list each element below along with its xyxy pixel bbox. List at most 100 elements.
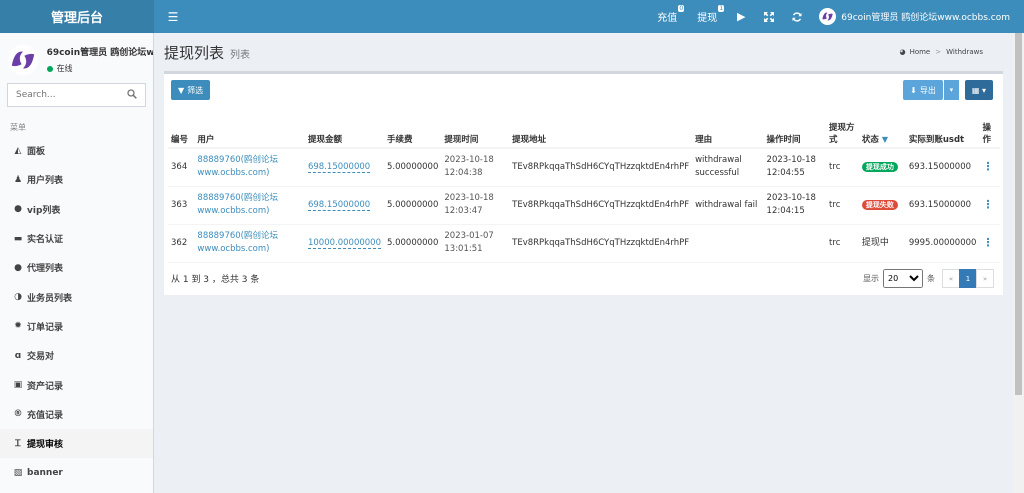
registered-icon: ® — [13, 409, 23, 420]
user-link[interactable]: 88889760(鸥创论坛www.ocbbs.com) — [197, 193, 278, 216]
withdraw-list-box: ▼ 筛选 ⬇ 导出 ▾ ▦ ▾ 编号 用户 提现金额 手续费 提现时间 提现地址… — [164, 71, 1003, 295]
filter-button[interactable]: ▼ 筛选 — [171, 80, 211, 100]
user-link[interactable]: 88889760(鸥创论坛www.ocbbs.com) — [197, 155, 278, 178]
page-size-select[interactable]: 20 — [883, 269, 923, 288]
page-button-1[interactable]: 1 — [959, 269, 977, 288]
download-icon: ⬇ — [910, 85, 917, 95]
sidebar-item-salesmen[interactable]: ◑ 业务员列表 — [0, 282, 153, 311]
user-name: 69coin管理员 鸥创论坛www.ocbbs.com — [841, 13, 1010, 23]
money-icon: ▣ — [13, 380, 23, 391]
col-amount: 提现金额 — [304, 106, 384, 149]
prev-page-button[interactable]: « — [942, 269, 960, 288]
col-reason: 理由 — [692, 106, 764, 149]
col-op-time: 操作时间 — [763, 106, 827, 149]
page-size-label: 显示 — [863, 274, 879, 283]
more-actions-icon[interactable]: ⋮ — [982, 160, 993, 173]
online-status: 在线 — [46, 63, 153, 74]
table-row: 362 88889760(鸥创论坛www.ocbbs.com) 10000.00… — [168, 224, 1000, 263]
breadcrumb-current: Withdraws — [946, 48, 983, 56]
id-card-icon: ▬ — [13, 233, 23, 244]
recharge-count-badge: 0 — [678, 5, 685, 12]
search-input[interactable] — [16, 90, 127, 100]
amount-editable[interactable]: 698.15000000 — [307, 199, 371, 211]
circle-up-icon: ● — [14, 262, 22, 273]
pagination-summary: 从 1 到 3 ，总共 3 条 — [171, 275, 260, 285]
sidebar-item-recharge[interactable]: ® 充值记录 — [0, 400, 153, 429]
user-icon: ♟ — [13, 174, 23, 185]
sidebar-item-users[interactable]: ♟ 用户列表 — [0, 165, 153, 194]
page-size-unit: 条 — [927, 274, 935, 283]
breadcrumb: ◕ Home > Withdraws — [899, 48, 1013, 56]
search-icon[interactable] — [127, 88, 137, 102]
dashboard-icon: ◕ — [899, 48, 906, 56]
page-subtitle: 列表 — [230, 50, 251, 61]
more-actions-icon[interactable]: ⋮ — [982, 236, 993, 249]
gear-icon: ✹ — [14, 321, 22, 332]
avatar — [819, 8, 837, 25]
page-buttons: « 1 » — [942, 269, 994, 288]
chevron-circle-icon: ● — [14, 204, 22, 215]
export-button[interactable]: ⬇ 导出 — [903, 80, 943, 100]
withdraw-label: 提现 — [697, 13, 718, 24]
image-icon: ▧ — [13, 467, 23, 478]
breadcrumb-home[interactable]: Home — [910, 48, 931, 56]
menu-header: 菜单 — [10, 123, 26, 132]
sidebar-item-verification[interactable]: ▬ 实名认证 — [0, 224, 153, 253]
sidebar-item-orders[interactable]: ✹ 订单记录 — [0, 312, 153, 341]
amazon-a-icon: ɑ — [14, 350, 22, 361]
col-status[interactable]: 状态 ▼ — [858, 106, 906, 149]
breadcrumb-separator: > — [935, 48, 942, 56]
filter-icon[interactable]: ▼ — [882, 135, 888, 144]
logo[interactable]: 管理后台 — [0, 0, 154, 33]
table-row: 363 88889760(鸥创论坛www.ocbbs.com) 698.1500… — [168, 186, 1000, 225]
col-method: 提现方式 — [826, 106, 859, 149]
col-fee: 手续费 — [384, 106, 442, 149]
recharge-nav[interactable]: 充值 0 — [647, 0, 687, 33]
table-header-row: 编号 用户 提现金额 手续费 提现时间 提现地址 理由 操作时间 提现方式 状态… — [168, 106, 1000, 149]
amount-editable[interactable]: 698.15000000 — [307, 161, 371, 173]
sidebar-item-dashboard[interactable]: ◭ 面板 — [0, 136, 153, 165]
status-badge: 提现成功 — [861, 161, 898, 172]
table-row: 364 88889760(鸥创论坛www.ocbbs.com) 698.1500… — [168, 148, 1000, 187]
export-caret-icon[interactable]: ▾ — [943, 80, 959, 100]
recharge-label: 充值 — [657, 13, 678, 24]
page-scrollbar[interactable] — [1013, 33, 1024, 493]
navbar-right: 充值 0 提现 1 ▶ 69coin管理员 鸥创论坛www.ocbbs.com — [647, 0, 1024, 33]
col-action: 操作 — [979, 106, 1000, 149]
status-label: 在线 — [56, 64, 73, 73]
sidebar-toggle-icon[interactable]: ☰ — [158, 0, 188, 33]
col-actual: 实际到账usdt — [905, 106, 980, 149]
sidebar-item-vip[interactable]: ● vip列表 — [0, 195, 153, 224]
sidebar: 69coin管理员 鸥创论坛www 在线 菜单 ◭面板 ♟用户列表 ●vip列表… — [0, 33, 154, 493]
columns-button[interactable]: ▦ ▾ — [964, 80, 993, 100]
area-chart-icon: ◭ — [14, 145, 22, 156]
main-header: 管理后台 ☰ 充值 0 提现 1 ▶ 69coin管理员 鸥创论坛www.ocb… — [0, 0, 1024, 33]
withdraw-count-badge: 1 — [718, 5, 725, 12]
next-page-button[interactable]: » — [976, 269, 994, 288]
scrollbar-thumb[interactable] — [1015, 33, 1022, 395]
col-address: 提现地址 — [509, 106, 693, 149]
user-menu[interactable]: 69coin管理员 鸥创论坛www.ocbbs.com — [811, 8, 1010, 25]
status-badge: 提现失败 — [861, 199, 898, 210]
filter-icon: ▼ — [178, 85, 185, 95]
page-title: 提现列表 — [164, 43, 225, 62]
fullscreen-icon[interactable] — [755, 0, 783, 33]
amount-editable[interactable]: 10000.00000000 — [307, 237, 381, 249]
col-id: 编号 — [168, 106, 195, 149]
sidebar-item-assets[interactable]: ▣ 资产记录 — [0, 370, 153, 399]
sidebar-search — [7, 83, 146, 107]
withdraw-table: 编号 用户 提现金额 手续费 提现时间 提现地址 理由 操作时间 提现方式 状态… — [168, 106, 1000, 263]
more-actions-icon[interactable]: ⋮ — [982, 198, 993, 211]
sidebar-item-pairs[interactable]: ɑ 交易对 — [0, 341, 153, 370]
refresh-icon[interactable] — [783, 0, 811, 33]
table-toolbar: ▼ 筛选 ⬇ 导出 ▾ ▦ ▾ — [164, 74, 1003, 106]
play-icon[interactable]: ▶ — [727, 0, 755, 33]
sidebar-item-banner[interactable]: ▧ banner — [0, 458, 153, 487]
sidebar-item-withdraw-review[interactable]: Ꮖ 提现审核 — [0, 428, 153, 459]
withdraw-nav[interactable]: 提现 1 — [687, 0, 727, 33]
table-footer: 从 1 到 3 ，总共 3 条 显示 20 条 « 1 » — [164, 263, 1003, 295]
user-link[interactable]: 88889760(鸥创论坛www.ocbbs.com) — [197, 231, 278, 254]
sidebar-item-agents[interactable]: ● 代理列表 — [0, 253, 153, 282]
online-dot-icon — [46, 65, 53, 72]
content-header: 提现列表 列表 ◕ Home > Withdraws — [154, 33, 1013, 71]
